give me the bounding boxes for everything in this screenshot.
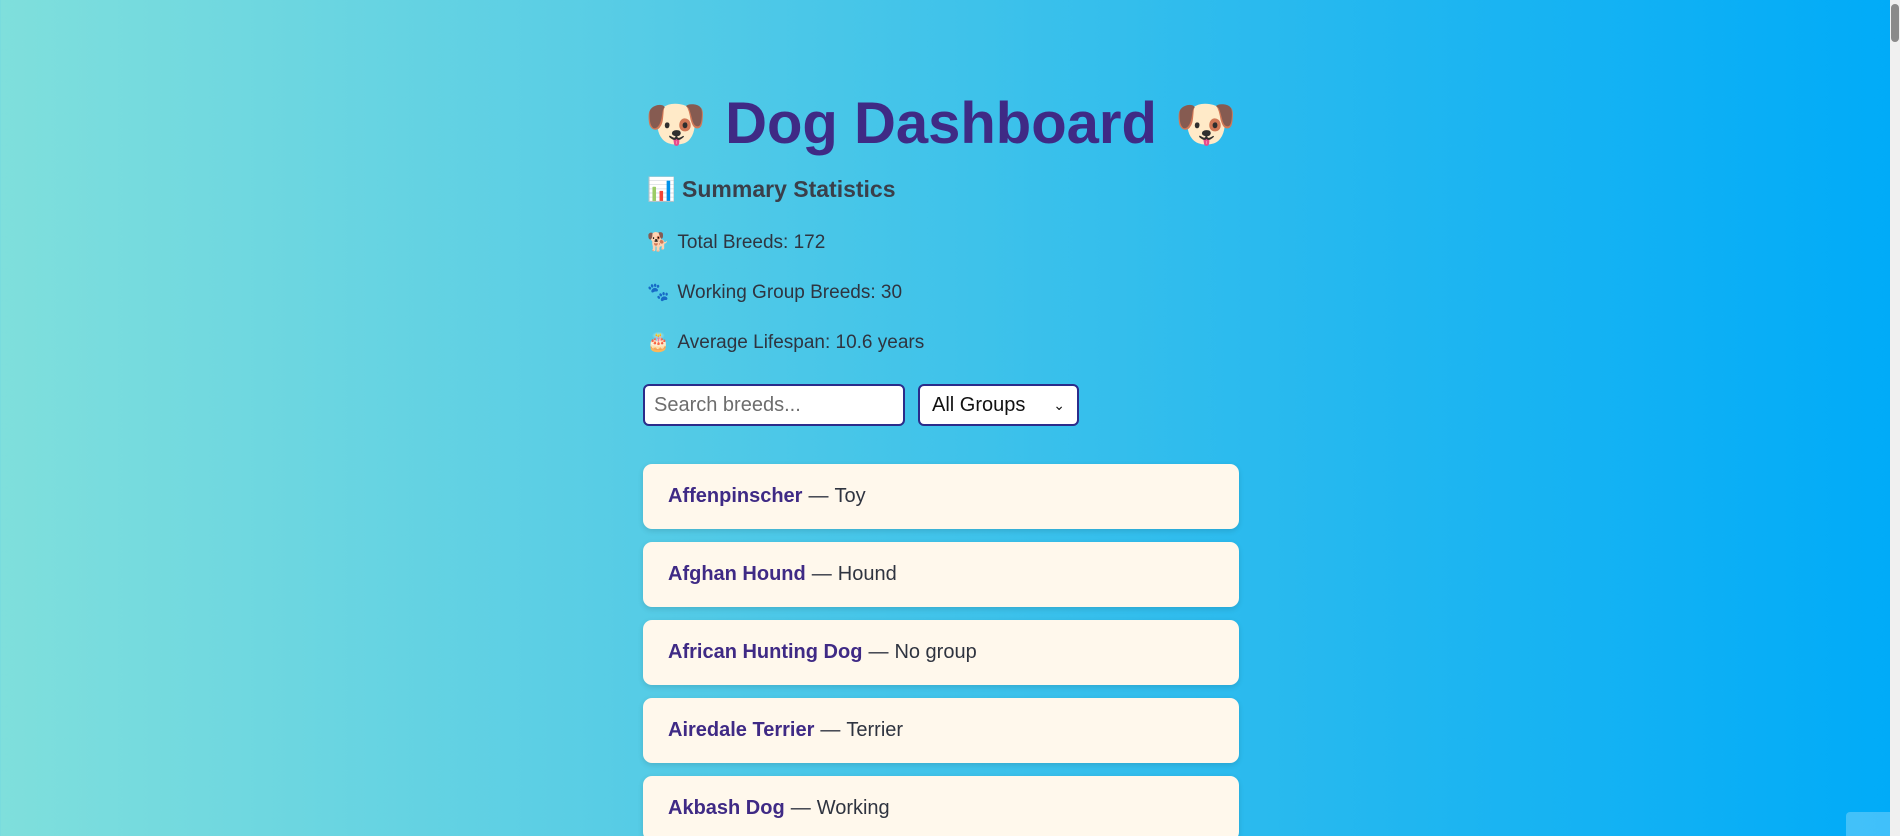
breed-separator: — (811, 563, 832, 585)
scrollbar-thumb[interactable] (1891, 4, 1899, 42)
breed-separator: — (808, 485, 829, 507)
breed-name: Afghan Hound (668, 563, 806, 585)
breed-separator: — (820, 719, 841, 741)
breed-name: African Hunting Dog (668, 641, 863, 663)
breed-separator: — (790, 797, 811, 819)
breed-name: Affenpinscher (668, 485, 803, 507)
corner-badge (1846, 812, 1890, 836)
breed-card[interactable]: Airedale Terrier — Terrier (643, 698, 1239, 763)
summary-heading-text: Summary Statistics (682, 176, 896, 202)
dog-icon: 🐕 (647, 232, 670, 252)
stat-working-group: 🐾 Working Group Breeds: 30 (647, 282, 902, 304)
chevron-down-icon: ⌄ (1053, 396, 1065, 413)
breed-card[interactable]: Akbash Dog — Working (643, 776, 1239, 836)
group-select[interactable]: All Groups ⌄ (918, 384, 1079, 426)
breed-list: Affenpinscher — Toy Afghan Hound — Hound Afr… (643, 464, 1239, 836)
breed-card[interactable]: African Hunting Dog — No group (643, 620, 1239, 685)
breed-card[interactable]: Affenpinscher — Toy (643, 464, 1239, 529)
breed-group: Hound (837, 563, 897, 585)
paw-prints-icon: 🐾 (647, 282, 670, 302)
stat-total-breeds: 🐕 Total Breeds: 172 (647, 232, 825, 254)
breed-group: No group (894, 641, 977, 663)
stat-text: Total Breeds: 172 (677, 232, 826, 253)
group-select-value: All Groups (932, 393, 1026, 416)
breed-group: Toy (834, 485, 866, 507)
bar-chart-icon: 📊 (647, 176, 676, 202)
page-title: 🐶 Dog Dashboard 🐶 (643, 84, 1239, 160)
page-title-text: Dog Dashboard (725, 90, 1157, 156)
search-input[interactable] (643, 384, 905, 426)
summary-heading: 📊 Summary Statistics (647, 176, 896, 203)
breed-group: Working (816, 797, 890, 819)
stat-text: Average Lifespan: 10.6 years (677, 332, 925, 353)
breed-name: Akbash Dog (668, 797, 785, 819)
page-scrollbar[interactable] (1890, 0, 1900, 836)
breed-separator: — (868, 641, 889, 663)
dog-face-icon: 🐶 (1174, 95, 1238, 152)
stat-text: Working Group Breeds: 30 (677, 282, 903, 303)
stat-average-lifespan: 🎂 Average Lifespan: 10.6 years (647, 332, 924, 354)
breed-name: Airedale Terrier (668, 719, 815, 741)
birthday-cake-icon: 🎂 (647, 332, 670, 352)
breed-group: Terrier (846, 719, 904, 741)
dog-face-icon: 🐶 (644, 95, 708, 152)
breed-card[interactable]: Afghan Hound — Hound (643, 542, 1239, 607)
